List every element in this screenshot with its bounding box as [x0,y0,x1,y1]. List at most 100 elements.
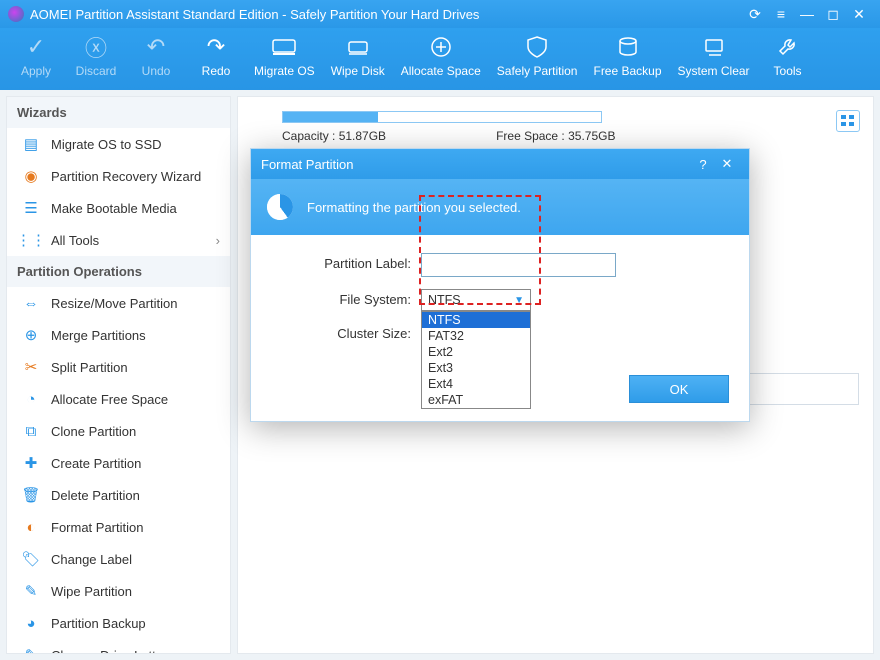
recovery-icon: ◉ [21,167,41,185]
dialog-banner: Formatting the partition you selected. [251,179,749,235]
brush-icon: ✎ [21,582,41,600]
dialog-close-button[interactable]: ✕ [715,156,739,172]
filesystem-selected[interactable]: NTFS▼ [421,289,531,311]
system-clear-button[interactable]: System Clear [670,28,758,90]
sidebar-item-label: Clone Partition [51,424,136,439]
safely-partition-button[interactable]: Safely Partition [489,28,586,90]
dialog-title: Format Partition [261,157,353,172]
sidebar-item-format[interactable]: ◐Format Partition [7,511,230,543]
sidebar-item-label: Make Bootable Media [51,201,177,216]
main-toolbar: ✓Apply ⓧDiscard ↶Undo ↷Redo Migrate OS W… [0,28,880,90]
fs-option-ext3[interactable]: Ext3 [422,360,530,376]
eraser-icon [331,34,385,60]
circle-plus-icon [401,34,481,60]
sidebar-item-label[interactable]: 🏷 Change Label [7,543,230,575]
ok-button[interactable]: OK [629,375,729,403]
dropdown-arrow-icon: ▼ [514,295,524,306]
capacity-label: Capacity : 51.87GB [282,129,386,143]
discard-button[interactable]: ⓧDiscard [66,28,126,90]
sidebar-item-bootable[interactable]: ☰Make Bootable Media [7,192,230,224]
database-icon [593,34,661,60]
maximize-button[interactable]: ◻ [820,6,846,23]
ops-header: Partition Operations [7,256,230,287]
sidebar-item-backup[interactable]: ◕ Partition Backup [7,607,230,639]
close-button[interactable]: ✕ [846,6,872,23]
sidebar-item-all-tools[interactable]: ⋮⋮All Tools› [7,224,230,256]
sidebar-item-clone[interactable]: ⧉Clone Partition [7,415,230,447]
tag-icon: 🏷 [21,550,41,568]
redo-button[interactable]: ↷Redo [186,28,246,90]
format-partition-dialog: Format Partition ? ✕ Formatting the part… [250,148,750,422]
allocate-icon: ◔ [21,390,41,408]
sidebar-item-resize[interactable]: ⇔ Resize/Move Partition [7,287,230,319]
wrench-icon [766,34,810,60]
sidebar-item-label: Merge Partitions [51,328,146,343]
menu-icon[interactable]: ≡ [768,6,794,22]
sidebar-item-migrate-ssd[interactable]: ▤Migrate OS to SSD [7,128,230,160]
sidebar-item-label: Resize/Move Partition [51,296,177,311]
grid-view-icon [841,115,855,127]
drive-icon [254,34,315,60]
sidebar-item-label: Delete Partition [51,488,140,503]
sidebar-item-label: Partition Recovery Wizard [51,169,201,184]
plus-icon: ✚ [21,454,41,472]
undo-button[interactable]: ↶Undo [126,28,186,90]
filesystem-combo[interactable]: NTFS▼ NTFS FAT32 Ext2 Ext3 Ext4 exFAT [421,289,531,311]
check-icon: ✓ [14,34,58,60]
view-toggle-button[interactable] [836,110,860,132]
redo-icon: ↷ [194,34,238,60]
sidebar-item-delete[interactable]: 🗑Delete Partition [7,479,230,511]
sidebar-item-recovery[interactable]: ◉ Partition Recovery Wizard [7,160,230,192]
fs-option-exfat[interactable]: exFAT [422,392,530,408]
cancel-icon: ⓧ [74,34,118,60]
filesystem-label: File System: [271,289,421,307]
sidebar-item-create[interactable]: ✚Create Partition [7,447,230,479]
wizards-header: Wizards [7,97,230,128]
sidebar-item-label: Change Label [51,552,132,567]
partition-pie-icon [267,194,293,220]
free-backup-button[interactable]: Free Backup [585,28,669,90]
merge-icon: ⊕ [21,326,41,344]
sidebar-item-driveletter[interactable]: ✎Change Drive Letter [7,639,230,654]
sidebar-item-label: Allocate Free Space [51,392,168,407]
filesystem-dropdown: NTFS FAT32 Ext2 Ext3 Ext4 exFAT [421,311,531,409]
shield-icon [497,34,578,60]
refresh-icon[interactable]: ⟳ [742,6,768,23]
window-title: AOMEI Partition Assistant Standard Editi… [30,7,742,22]
cluster-size-label: Cluster Size: [271,323,421,341]
sidebar-item-label: Format Partition [51,520,143,535]
undo-icon: ↶ [134,34,178,60]
pie-icon: ◕ [21,614,41,632]
sidebar-item-wipe[interactable]: ✎ Wipe Partition [7,575,230,607]
sidebar-item-split[interactable]: ✂ Split Partition [7,351,230,383]
apply-button[interactable]: ✓Apply [6,28,66,90]
usage-progress [282,111,602,123]
tools-button[interactable]: Tools [758,28,818,90]
minimize-button[interactable]: — [794,6,820,22]
fs-option-ext4[interactable]: Ext4 [422,376,530,392]
split-icon: ✂ [21,358,41,376]
sidebar-item-merge[interactable]: ⊕ Merge Partitions [7,319,230,351]
wipe-disk-button[interactable]: Wipe Disk [323,28,393,90]
sidebar-item-allocate[interactable]: ◔ Allocate Free Space [7,383,230,415]
app-logo [8,6,24,22]
resize-icon: ⇔ [21,294,41,312]
fs-option-fat32[interactable]: FAT32 [422,328,530,344]
sidebar-item-label: Wipe Partition [51,584,132,599]
sidebar-item-label: All Tools [51,233,99,248]
ssd-icon: ▤ [21,135,41,153]
dialog-subtitle: Formatting the partition you selected. [307,200,521,215]
allocate-space-button[interactable]: Allocate Space [393,28,489,90]
dialog-help-button[interactable]: ? [691,157,715,172]
dialog-titlebar[interactable]: Format Partition ? ✕ [251,149,749,179]
migrate-os-button[interactable]: Migrate OS [246,28,323,90]
pencil-icon: ✎ [21,646,41,654]
window-titlebar: AOMEI Partition Assistant Standard Editi… [0,0,880,28]
sidebar-item-label: Split Partition [51,360,128,375]
fs-option-ext2[interactable]: Ext2 [422,344,530,360]
sidebar-item-label: Partition Backup [51,616,146,631]
partition-label-input[interactable] [421,253,616,277]
dialog-body: Partition Label: File System: NTFS▼ NTFS… [251,235,749,375]
fs-option-ntfs[interactable]: NTFS [422,312,530,328]
sidebar: Wizards ▤Migrate OS to SSD ◉ Partition Re… [6,96,231,654]
